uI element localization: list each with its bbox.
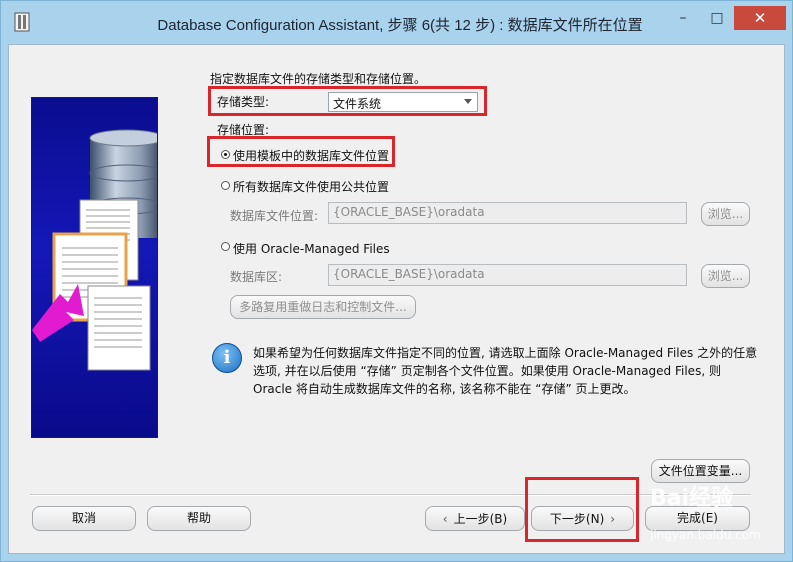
info-text-line1: 如果希望为任何数据库文件指定不同的位置, 请选取上面除 Oracle-Manag… <box>253 346 758 360</box>
minimize-button[interactable]: – <box>666 6 700 30</box>
close-button[interactable]: ✕ <box>734 6 786 30</box>
db-file-location-label: 数据库文件位置: <box>230 209 319 223</box>
database-documents-illustration <box>32 129 157 371</box>
help-button[interactable]: 帮助 <box>147 506 251 531</box>
window-title: Database Configuration Assistant, 步骤 6(共… <box>157 17 643 34</box>
cancel-button[interactable]: 取消 <box>32 506 136 531</box>
radio-common-label[interactable]: 所有数据库文件使用公共位置 <box>233 178 389 195</box>
db-area-label: 数据库区: <box>230 270 283 284</box>
application-icon <box>14 12 30 32</box>
multiplex-redo-logs-button[interactable]: 多路复用重做日志和控制文件... <box>230 295 416 319</box>
title-bar: Database Configuration Assistant, 步骤 6(共… <box>0 0 793 44</box>
separator <box>30 494 751 496</box>
info-text-line2: 选项, 并在以后使用 “存储” 页定制各个文件位置。如果使用 Oracle-Ma… <box>253 364 721 378</box>
info-icon: i <box>212 343 242 373</box>
radio-oracle-managed[interactable] <box>221 242 230 251</box>
close-icon: ✕ <box>753 9 767 27</box>
storage-type-select[interactable]: 文件系统 <box>328 92 478 112</box>
next-button-highlight <box>525 477 639 542</box>
radio-oracle-managed-label[interactable]: 使用 Oracle-Managed Files <box>233 240 390 257</box>
radio-common-location[interactable] <box>221 181 230 190</box>
db-file-location-value: {ORACLE_BASE}\oradata <box>333 205 485 219</box>
info-text-line3: Oracle 将自动生成数据库文件的名称, 该名称不能在 “存储” 页上更改。 <box>253 382 636 396</box>
chevron-left-icon: ‹ <box>442 511 448 526</box>
intro-text: 指定数据库文件的存储类型和存储位置。 <box>210 72 427 86</box>
maximize-icon: □ <box>710 10 724 26</box>
back-button[interactable]: ‹ 上一步(B) <box>425 506 525 531</box>
watermark-brand: Bai经验 <box>650 486 734 511</box>
db-area-field[interactable]: {ORACLE_BASE}\oradata <box>328 264 687 286</box>
radio-template-label[interactable]: 使用模板中的数据库文件位置 <box>233 147 389 164</box>
storage-type-value: 文件系统 <box>333 97 382 111</box>
chevron-down-icon <box>464 99 472 104</box>
watermark-url: jingyan.baidu.com <box>650 528 761 542</box>
browse-button-db-area[interactable]: 浏览... <box>701 264 750 288</box>
maximize-button[interactable]: □ <box>700 6 734 30</box>
side-illustration <box>31 97 158 438</box>
db-file-location-field[interactable]: {ORACLE_BASE}\oradata <box>328 202 687 224</box>
back-button-label: 上一步(B) <box>453 511 508 526</box>
storage-type-label: 存储类型: <box>217 95 270 109</box>
browse-button-file-location[interactable]: 浏览... <box>701 202 750 226</box>
db-area-value: {ORACLE_BASE}\oradata <box>333 267 485 281</box>
minimize-icon: – <box>679 10 687 26</box>
radio-template-locations[interactable] <box>221 150 230 159</box>
